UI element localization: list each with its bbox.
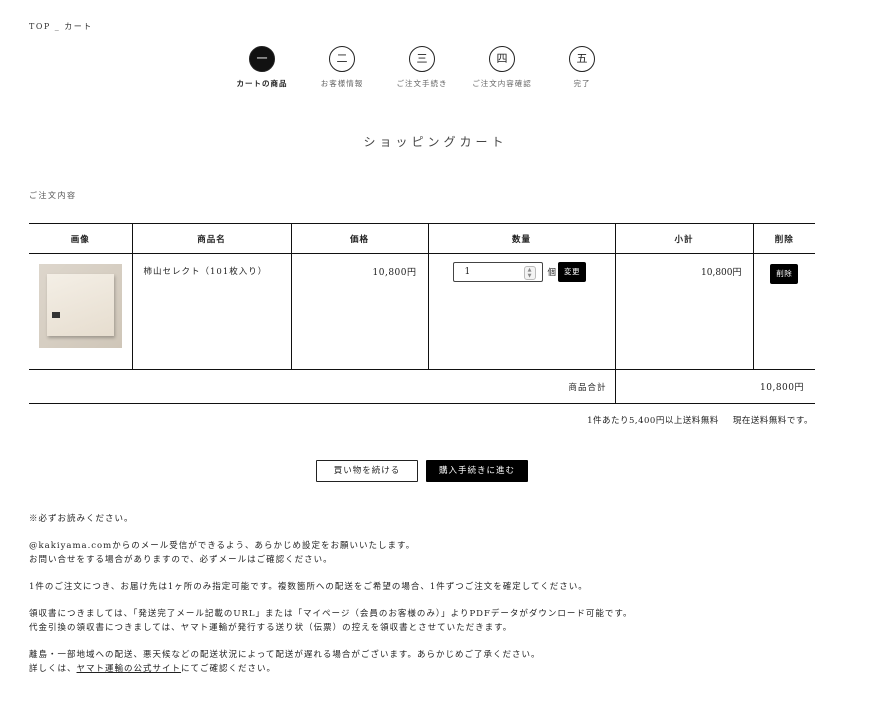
change-quantity-button[interactable]: 変更: [558, 262, 587, 282]
step-label: 完了: [573, 79, 591, 88]
step-cart: 一 カートの商品: [222, 46, 302, 89]
header-product-name: 商品名: [131, 223, 291, 254]
continue-shopping-button[interactable]: 買い物を続ける: [316, 460, 418, 482]
note-delivery-delay: 離島・一部地域への配送、悪天候などの配送状況によって配送が遅れる場合がございます…: [29, 650, 541, 660]
delete-cell: 削除: [752, 253, 815, 370]
header-subtotal: 小計: [614, 223, 753, 254]
header-image: 画像: [29, 223, 132, 254]
note-heading: ※必ずお読みください。: [29, 514, 134, 524]
step-complete: 五 完了: [542, 46, 622, 89]
note-details-pre: 詳しくは、: [29, 664, 77, 674]
product-box-graphic: [47, 274, 114, 336]
note-single-address: 1件のご注文につき、お届け先は1ヶ所のみ指定可能です。複数箇所への配送をご希望の…: [29, 582, 588, 592]
quantity-input[interactable]: 1 ▲ ▼: [452, 262, 543, 282]
breadcrumb-current: カート: [64, 22, 93, 31]
step-label: ご注文手続き: [396, 79, 448, 88]
breadcrumb-separator: _: [54, 22, 61, 31]
product-subtotal: 10,800円: [614, 253, 753, 370]
step-number: 四: [489, 46, 515, 72]
quantity-value: 1: [464, 267, 471, 277]
breadcrumb-home-link[interactable]: TOP: [29, 22, 51, 31]
checkout-steps: 一 カートの商品 二 お客様情報 三 ご注文手続き 四 ご注文内容確認 五 完了: [222, 46, 622, 96]
note-cod-receipt: 代金引換の領収書につきましては、ヤマト運輸が発行する送り状（伝票）の控えを領収書…: [29, 623, 513, 633]
product-price: 10,800円: [290, 253, 428, 370]
note-email-setting: @kakiyama.comからのメール受信ができるよう、あらかじめ設定をお願いい…: [29, 541, 416, 551]
note-details-post: にてご確認ください。: [181, 664, 277, 674]
table-row: 柿山セレクト（101枚入り） 10,800円 1 ▲ ▼ 個変更 10,800円 …: [29, 253, 815, 370]
quantity-cell: 1 ▲ ▼ 個変更: [427, 253, 615, 370]
header-delete: 削除: [752, 223, 815, 254]
product-image-cell: [29, 253, 132, 370]
step-number: 二: [329, 46, 355, 72]
quantity-unit: 個: [547, 268, 557, 278]
step-number: 三: [409, 46, 435, 72]
total-value: 10,800円: [614, 369, 815, 404]
total-row: 商品合計 10,800円: [29, 369, 815, 404]
quantity-spinner-icon[interactable]: ▲ ▼: [523, 266, 536, 280]
note-receipt: 領収書につきましては、「発送完了メール記載のURL」または「マイページ（会員のお…: [29, 609, 633, 619]
note-details: 詳しくは、ヤマト運輸の公式サイトにてご確認ください。: [29, 662, 633, 676]
page-title: ショッピングカート: [363, 135, 508, 149]
step-label: ご注文内容確認: [472, 79, 532, 88]
step-label: お客様情報: [320, 79, 364, 88]
total-label: 商品合計: [29, 369, 615, 404]
free-shipping-threshold: 1件あたり5,400円以上送料無料: [587, 416, 719, 426]
brand-mark: [52, 312, 60, 318]
step-number: 五: [569, 46, 595, 72]
header-price: 価格: [290, 223, 428, 254]
step-label: カートの商品: [236, 79, 288, 88]
note-email-check: お問い合せをする場合がありますので、必ずメールはご確認ください。: [29, 555, 333, 565]
step-order-procedure: 三 ご注文手続き: [382, 46, 462, 89]
shipping-note: 1件あたり5,400円以上送料無料 現在送料無料です。: [587, 414, 813, 426]
cart-table: 画像 商品名 価格 数量 小計 削除 柿山セレクト（101枚入り） 10,800…: [29, 223, 815, 404]
step-order-confirm: 四 ご注文内容確認: [462, 46, 542, 89]
yamato-official-site-link[interactable]: ヤマト運輸の公式サイト: [77, 664, 182, 674]
product-name[interactable]: 柿山セレクト（101枚入り）: [131, 253, 291, 370]
header-quantity: 数量: [427, 223, 615, 254]
section-label: ご注文内容: [29, 191, 77, 200]
free-shipping-status: 現在送料無料です。: [732, 416, 813, 426]
step-customer-info: 二 お客様情報: [302, 46, 382, 89]
step-number: 一: [249, 46, 275, 72]
product-image[interactable]: [39, 264, 122, 348]
delete-item-button[interactable]: 削除: [770, 264, 799, 284]
breadcrumb: TOP _ カート: [29, 21, 93, 32]
proceed-checkout-button[interactable]: 購入手続きに進む: [426, 460, 528, 482]
notes: ※必ずお読みください。 @kakiyama.comからのメール受信ができるよう、…: [29, 512, 633, 676]
table-header-row: 画像 商品名 価格 数量 小計 削除: [29, 223, 815, 254]
